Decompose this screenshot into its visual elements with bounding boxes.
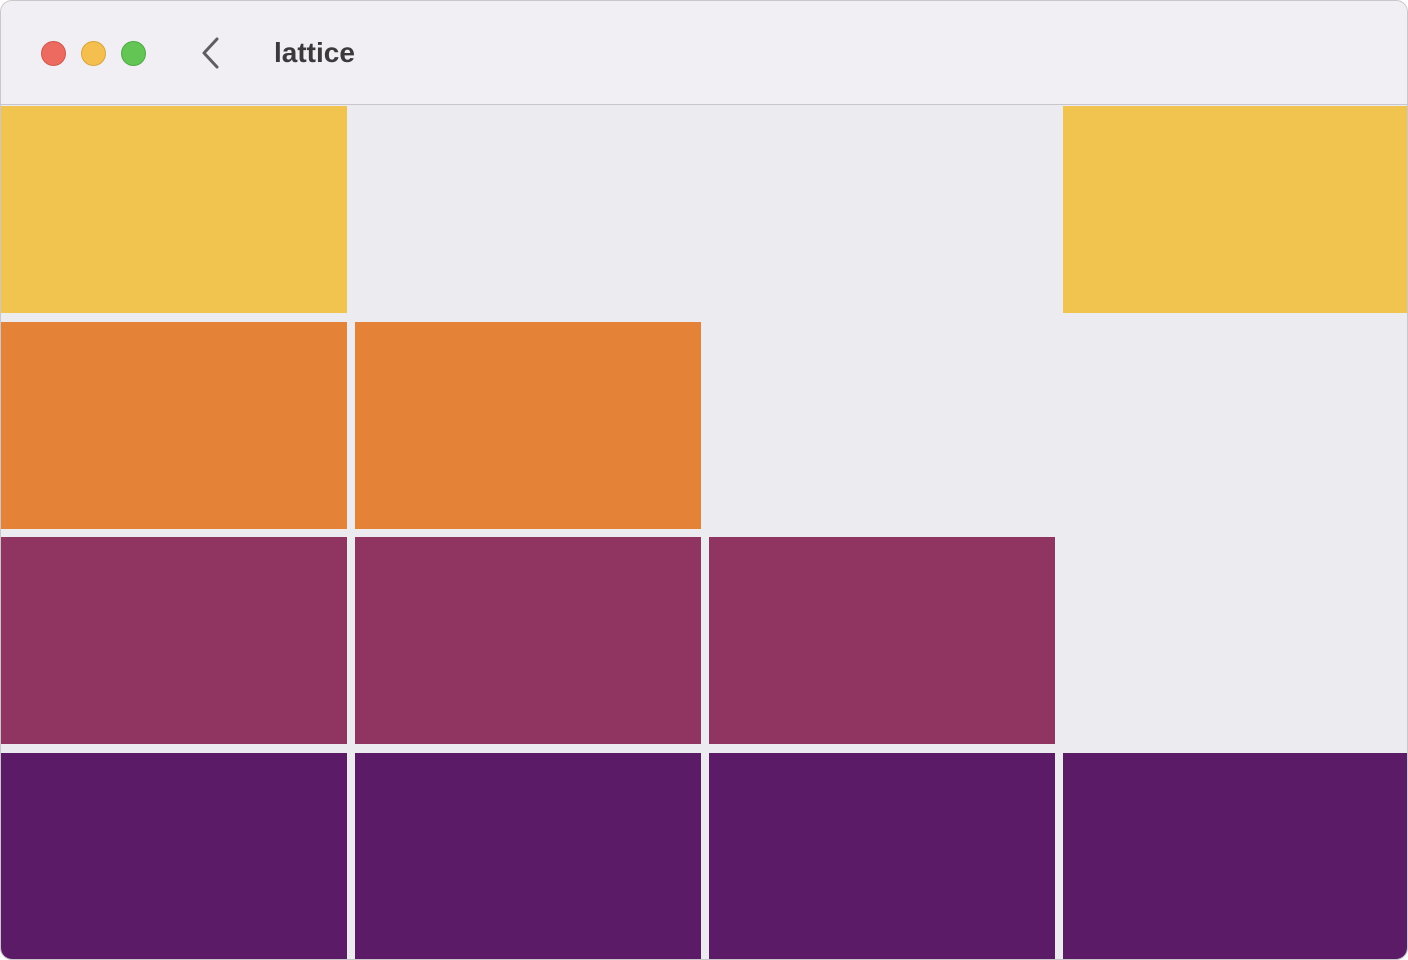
lattice-tile-orange bbox=[355, 322, 701, 529]
app-window: lattice bbox=[0, 0, 1408, 960]
lattice-tile-magenta bbox=[709, 537, 1055, 744]
lattice-tile-purple bbox=[709, 753, 1055, 959]
minimize-button[interactable] bbox=[81, 41, 106, 66]
title-bar: lattice bbox=[1, 1, 1407, 105]
lattice-tile-purple bbox=[355, 753, 701, 959]
back-button[interactable] bbox=[193, 35, 229, 71]
lattice-tile-purple bbox=[1063, 753, 1407, 959]
lattice-grid bbox=[1, 106, 1407, 959]
lattice-tile-yellow bbox=[1, 106, 347, 313]
window-title: lattice bbox=[274, 37, 355, 68]
chevron-left-icon bbox=[202, 37, 219, 69]
lattice-tile-yellow bbox=[1063, 106, 1407, 313]
close-button[interactable] bbox=[41, 41, 66, 66]
lattice-tile-magenta bbox=[355, 537, 701, 744]
lattice-tile-orange bbox=[1, 322, 347, 529]
lattice-tile-purple bbox=[1, 753, 347, 959]
lattice-tile-magenta bbox=[1, 537, 347, 744]
zoom-button[interactable] bbox=[121, 41, 146, 66]
